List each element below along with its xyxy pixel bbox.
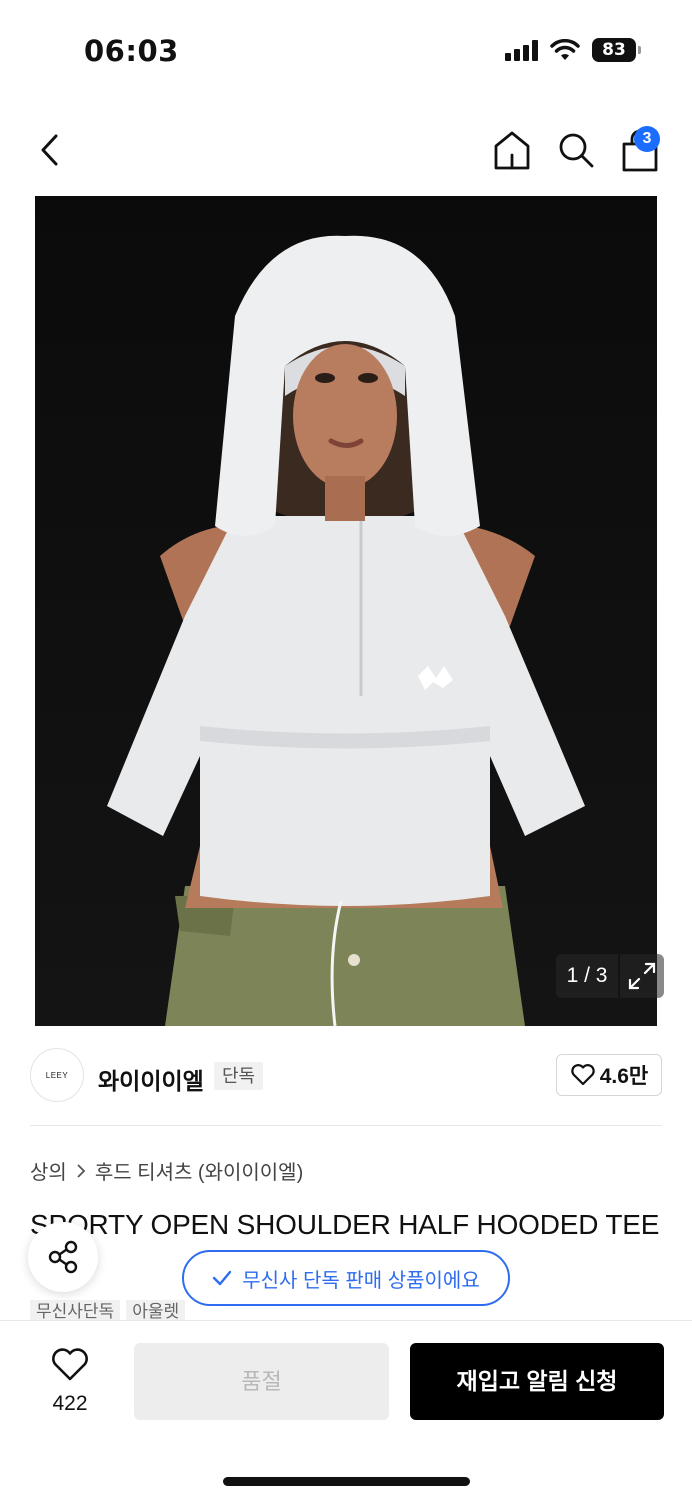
status-bar: 06:03 83 xyxy=(0,0,692,100)
cellular-signal-icon xyxy=(505,39,538,61)
product-title: SPORTY OPEN SHOULDER HALF HOODED TEE xyxy=(30,1209,660,1240)
home-icon xyxy=(494,131,530,170)
gallery-page-indicator: 1 / 3 xyxy=(556,954,618,998)
brand-name[interactable]: 와이이이엘 xyxy=(98,1062,204,1096)
check-icon xyxy=(213,1270,232,1286)
toast-label: 무신사 단독 판매 상품이에요 xyxy=(242,1269,480,1292)
search-button[interactable] xyxy=(556,130,596,170)
back-button[interactable] xyxy=(34,128,70,172)
model-photo xyxy=(35,196,657,1026)
heart-icon xyxy=(52,1348,88,1381)
wifi-icon xyxy=(550,39,580,60)
brand-row: LEEY 와이이이엘 단독 4.6만 xyxy=(30,1026,662,1126)
breadcrumb: 상의 후드 티셔츠 (와이이이엘) xyxy=(30,1156,303,1185)
breadcrumb-subcategory[interactable]: 후드 티셔츠 (와이이이엘) xyxy=(95,1156,303,1185)
restock-alert-button[interactable]: 재입고 알림 신청 xyxy=(410,1343,664,1420)
expand-icon xyxy=(628,962,656,990)
home-button[interactable] xyxy=(492,128,532,172)
brand-logo[interactable]: LEEY xyxy=(30,1048,84,1102)
share-icon xyxy=(48,1240,78,1274)
exclusive-sale-toast: 무신사 단독 판매 상품이에요 xyxy=(182,1250,510,1306)
fullscreen-button[interactable] xyxy=(620,954,664,998)
bottom-action-bar: 422 품절 재입고 알림 신청 xyxy=(0,1320,692,1500)
cart-button[interactable]: 3 xyxy=(618,126,662,174)
heart-icon xyxy=(570,1064,595,1086)
status-time: 06:03 xyxy=(84,34,179,68)
product-image[interactable] xyxy=(35,196,657,1026)
battery-icon: 83 xyxy=(592,38,641,62)
status-icons: 83 xyxy=(505,38,641,62)
wishlist-button[interactable]: 422 xyxy=(40,1347,100,1416)
brand-like-button[interactable]: 4.6만 xyxy=(556,1054,662,1096)
brand-exclusive-tag: 단독 xyxy=(214,1062,264,1090)
brand-like-count: 4.6만 xyxy=(599,1065,649,1088)
share-button[interactable] xyxy=(28,1222,98,1292)
chevron-left-icon xyxy=(41,134,58,166)
wishlist-count: 422 xyxy=(52,1392,88,1415)
chevron-right-icon xyxy=(77,1163,86,1178)
home-indicator xyxy=(223,1477,470,1486)
top-navigation: 3 xyxy=(0,118,692,182)
search-icon xyxy=(559,133,594,168)
soldout-button: 품절 xyxy=(134,1343,389,1420)
cart-count-badge: 3 xyxy=(634,126,660,152)
breadcrumb-category[interactable]: 상의 xyxy=(30,1156,67,1185)
